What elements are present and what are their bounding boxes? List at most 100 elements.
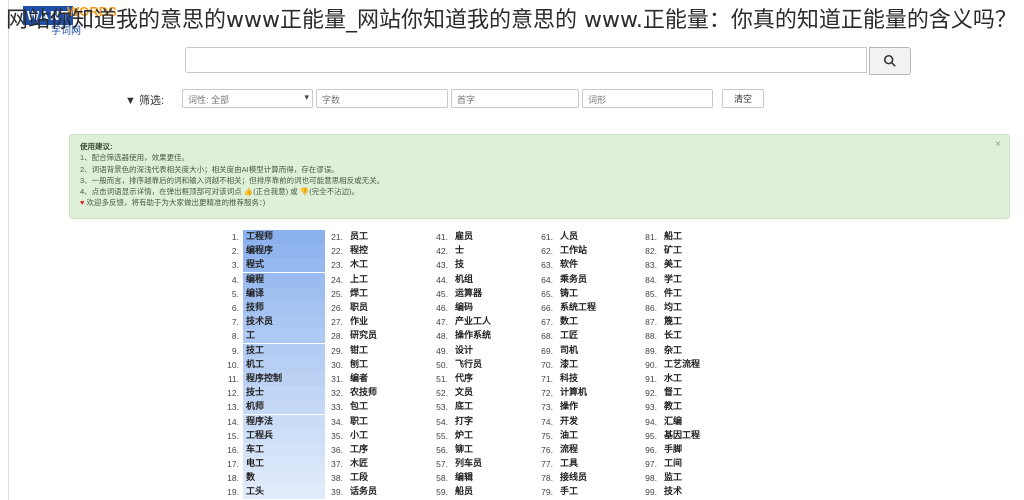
word-item[interactable]: 36. 工序 (319, 443, 377, 457)
word-item[interactable]: 88. 长工 (633, 329, 700, 343)
word-item[interactable]: 9. 技工 (215, 343, 325, 358)
word-item[interactable]: 33. 包工 (319, 400, 377, 414)
word-item[interactable]: 57. 列车员 (424, 457, 491, 471)
word-item[interactable]: 74. 开发 (529, 414, 596, 428)
word-item[interactable]: 44. 机组 (424, 273, 491, 287)
word-item[interactable]: 84. 学工 (633, 273, 700, 287)
word-item[interactable]: 5. 编译 (215, 286, 325, 301)
pos-select[interactable]: 词性: 全部 ▾ (182, 89, 313, 108)
word-item[interactable]: 37. 木匠 (319, 457, 377, 471)
word-item[interactable]: 51. 代序 (424, 372, 491, 386)
word-item[interactable]: 8. 工 (215, 329, 325, 344)
word-item[interactable]: 55. 炉工 (424, 429, 491, 443)
word-item[interactable]: 24. 上工 (319, 273, 377, 287)
word-item[interactable]: 97. 工间 (633, 457, 700, 471)
word-item[interactable]: 42. 士 (424, 244, 491, 258)
word-item[interactable]: 85. 件工 (633, 287, 700, 301)
word-item[interactable]: 38. 工段 (319, 471, 377, 485)
word-item[interactable]: 10. 机工 (215, 357, 325, 372)
word-item[interactable]: 26. 职员 (319, 301, 377, 315)
word-item[interactable]: 12. 技士 (215, 386, 325, 401)
word-item[interactable]: 31. 编者 (319, 372, 377, 386)
word-item[interactable]: 21. 员工 (319, 230, 377, 244)
word-item[interactable]: 76. 流程 (529, 443, 596, 457)
word-item[interactable]: 86. 均工 (633, 301, 700, 315)
word-item[interactable]: 29. 钳工 (319, 344, 377, 358)
word-item[interactable]: 79. 手工 (529, 485, 596, 499)
word-item[interactable]: 6. 技师 (215, 301, 325, 316)
word-item[interactable]: 45. 运算器 (424, 287, 491, 301)
word-item[interactable]: 99. 技术 (633, 485, 700, 499)
word-item[interactable]: 49. 设计 (424, 344, 491, 358)
clear-button[interactable]: 清空 (722, 89, 764, 108)
word-item[interactable]: 53. 底工 (424, 400, 491, 414)
word-item[interactable]: 15. 工程兵 (215, 428, 325, 443)
char-count-input[interactable]: 字数 (316, 89, 448, 108)
word-item[interactable]: 52. 文员 (424, 386, 491, 400)
word-item[interactable]: 64. 乘务员 (529, 273, 596, 287)
word-item[interactable]: 18. 数 (215, 471, 325, 486)
word-item[interactable]: 16. 车工 (215, 442, 325, 457)
word-item[interactable]: 4. 编程 (215, 272, 325, 287)
word-item[interactable]: 94. 汇编 (633, 414, 700, 428)
word-item[interactable]: 92. 督工 (633, 386, 700, 400)
word-item[interactable]: 48. 操作系统 (424, 329, 491, 343)
word-item[interactable]: 54. 打字 (424, 414, 491, 428)
search-button[interactable] (869, 47, 911, 75)
word-item[interactable]: 65. 铸工 (529, 287, 596, 301)
filter-label[interactable]: ▼ 筛选: (125, 92, 164, 108)
word-item[interactable]: 50. 飞行员 (424, 358, 491, 372)
word-item[interactable]: 17. 电工 (215, 457, 325, 472)
word-item[interactable]: 70. 漆工 (529, 358, 596, 372)
word-item[interactable]: 28. 研究员 (319, 329, 377, 343)
word-item[interactable]: 41. 雇员 (424, 230, 491, 244)
word-item[interactable]: 35. 小工 (319, 429, 377, 443)
word-item[interactable]: 72. 计算机 (529, 386, 596, 400)
word-item[interactable]: 82. 矿工 (633, 244, 700, 258)
word-item[interactable]: 91. 水工 (633, 372, 700, 386)
word-item[interactable]: 61. 人员 (529, 230, 596, 244)
word-item[interactable]: 14. 程序法 (215, 414, 325, 429)
word-item[interactable]: 47. 产业工人 (424, 315, 491, 329)
word-item[interactable]: 67. 数工 (529, 315, 596, 329)
word-item[interactable]: 22. 程控 (319, 244, 377, 258)
word-item[interactable]: 71. 科技 (529, 372, 596, 386)
word-item[interactable]: 7. 技术员 (215, 315, 325, 330)
word-item[interactable]: 34. 职工 (319, 414, 377, 428)
word-item[interactable]: 23. 木工 (319, 258, 377, 272)
word-item[interactable]: 96. 手脚 (633, 443, 700, 457)
word-item[interactable]: 19. 工头 (215, 485, 325, 500)
word-item[interactable]: 90. 工艺流程 (633, 358, 700, 372)
word-item[interactable]: 13. 机师 (215, 400, 325, 415)
close-icon[interactable]: × (995, 139, 1001, 150)
word-item[interactable]: 98. 监工 (633, 471, 700, 485)
word-item[interactable]: 32. 农技师 (319, 386, 377, 400)
word-item[interactable]: 66. 系统工程 (529, 301, 596, 315)
word-item[interactable]: 11. 程序控制 (215, 371, 325, 386)
word-item[interactable]: 68. 工匠 (529, 329, 596, 343)
word-item[interactable]: 83. 美工 (633, 258, 700, 272)
word-item[interactable]: 2. 编程序 (215, 244, 325, 259)
search-input[interactable] (185, 47, 867, 73)
word-item[interactable]: 69. 司机 (529, 344, 596, 358)
word-item[interactable]: 81. 船工 (633, 230, 700, 244)
word-item[interactable]: 30. 刨工 (319, 358, 377, 372)
word-item[interactable]: 78. 接线员 (529, 471, 596, 485)
word-item[interactable]: 59. 船员 (424, 485, 491, 499)
start-char-input[interactable]: 首字 (451, 89, 579, 108)
word-item[interactable]: 87. 篾工 (633, 315, 700, 329)
word-item[interactable]: 46. 编码 (424, 301, 491, 315)
word-item[interactable]: 63. 软件 (529, 258, 596, 272)
word-item[interactable]: 62. 工作站 (529, 244, 596, 258)
word-item[interactable]: 95. 基因工程 (633, 429, 700, 443)
word-item[interactable]: 58. 编辑 (424, 471, 491, 485)
word-item[interactable]: 3. 程式 (215, 258, 325, 273)
word-item[interactable]: 89. 杂工 (633, 344, 700, 358)
word-item[interactable]: 25. 焊工 (319, 287, 377, 301)
word-item[interactable]: 73. 操作 (529, 400, 596, 414)
word-item[interactable]: 39. 话务员 (319, 485, 377, 499)
word-item[interactable]: 77. 工具 (529, 457, 596, 471)
word-form-input[interactable]: 词形 (582, 89, 713, 108)
word-item[interactable]: 27. 作业 (319, 315, 377, 329)
word-item[interactable]: 43. 技 (424, 258, 491, 272)
